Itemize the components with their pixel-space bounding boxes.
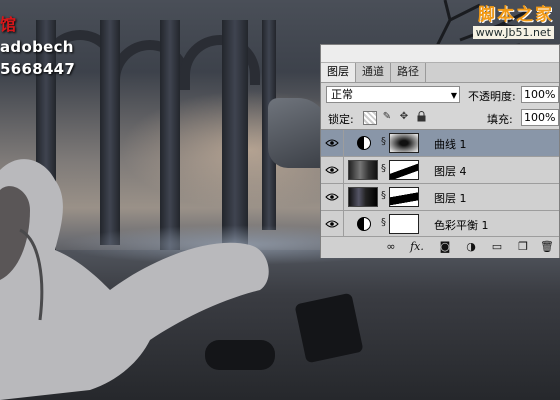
curves-adjustment-icon xyxy=(357,136,371,150)
mask-icon[interactable]: ◙ xyxy=(437,240,453,254)
panel-tabs: 图层 通道 路径 xyxy=(321,63,559,83)
layer-row-curves-1[interactable]: § 曲线 1 xyxy=(321,130,559,157)
layer-name[interactable]: 色彩平衡 1 xyxy=(434,217,489,233)
trash-icon[interactable]: 🗑 xyxy=(539,240,555,254)
lock-label: 锁定: xyxy=(328,113,354,126)
layers-list: § 曲线 1 § 图层 4 § 图层 1 § 色彩平衡 1 xyxy=(321,130,559,238)
link-icon[interactable]: ∞ xyxy=(383,240,399,254)
layer-thumbnail[interactable] xyxy=(348,187,378,207)
adjustment-icon[interactable]: ◑ xyxy=(463,240,479,254)
lock-brush-icon[interactable]: ✎ xyxy=(381,111,393,123)
blend-mode-select[interactable]: 正常 ▼ xyxy=(326,86,460,103)
group-folder-icon[interactable]: ▭ xyxy=(489,240,505,254)
fx-icon[interactable]: fx. xyxy=(409,240,425,254)
visibility-eye-icon[interactable] xyxy=(321,184,344,210)
opacity-input[interactable]: 100% xyxy=(521,86,559,103)
chevron-down-icon: ▼ xyxy=(450,91,457,100)
layers-panel: 图层 通道 路径 正常 ▼ 不透明度: 100% 锁定: ✎ ✥ 填充: 100… xyxy=(320,44,560,258)
layer-mask-thumbnail[interactable] xyxy=(389,133,419,153)
boot xyxy=(205,340,275,370)
lock-transparency-icon[interactable] xyxy=(363,111,377,125)
layer-row-layer-4[interactable]: § 图层 4 xyxy=(321,157,559,184)
layer-name[interactable]: 曲线 1 xyxy=(434,136,467,152)
layer-row-layer-1[interactable]: § 图层 1 xyxy=(321,184,559,211)
tab-channels[interactable]: 通道 xyxy=(356,63,391,82)
watermark-line1: adobech xyxy=(0,38,74,56)
layer-mask-thumbnail[interactable] xyxy=(389,214,419,234)
blend-opacity-row: 正常 ▼ 不透明度: 100% xyxy=(321,83,559,107)
watermark-right: 脚本之家 www.Jb51.net xyxy=(472,0,554,39)
layer-name[interactable]: 图层 4 xyxy=(434,163,467,179)
site-title: 脚本之家 xyxy=(478,5,554,25)
layer-mask-thumbnail[interactable] xyxy=(389,160,419,180)
boot xyxy=(294,292,364,364)
chain-link-icon[interactable]: § xyxy=(381,217,386,228)
layer-thumbnail[interactable] xyxy=(348,160,378,180)
gothic-arch xyxy=(180,35,260,85)
visibility-eye-icon[interactable] xyxy=(321,130,344,156)
panel-footer: ∞ fx. ◙ ◑ ▭ ❐ 🗑 xyxy=(321,236,559,258)
watermark-red-char: 馆 xyxy=(0,15,17,34)
watermark-line2: 5668447 xyxy=(0,60,76,78)
panel-titlebar[interactable] xyxy=(321,45,559,63)
site-url: www.Jb51.net xyxy=(472,26,554,39)
new-layer-icon[interactable]: ❐ xyxy=(515,240,531,254)
fill-label: 填充: xyxy=(487,113,513,126)
watermark-left: 馆 adobech 5668447 xyxy=(0,14,75,80)
fill-input[interactable]: 100% xyxy=(521,109,559,126)
lock-fill-row: 锁定: ✎ ✥ 填充: 100% xyxy=(321,107,559,130)
chain-link-icon[interactable]: § xyxy=(381,163,386,174)
color-balance-adjustment-icon xyxy=(357,217,371,231)
chain-link-icon[interactable]: § xyxy=(381,136,386,147)
lock-move-icon[interactable]: ✥ xyxy=(398,111,410,123)
layer-name[interactable]: 图层 1 xyxy=(434,190,467,206)
layer-row-color-balance-1[interactable]: § 色彩平衡 1 xyxy=(321,211,559,238)
tab-layers[interactable]: 图层 xyxy=(321,63,356,82)
chain-link-icon[interactable]: § xyxy=(381,190,386,201)
tab-paths[interactable]: 路径 xyxy=(391,63,426,82)
layer-mask-thumbnail[interactable] xyxy=(389,187,419,207)
lock-all-icon[interactable] xyxy=(415,111,427,123)
opacity-label: 不透明度: xyxy=(468,90,516,103)
visibility-eye-icon[interactable] xyxy=(321,211,344,237)
blend-mode-value: 正常 xyxy=(331,88,353,101)
visibility-eye-icon[interactable] xyxy=(321,157,344,183)
